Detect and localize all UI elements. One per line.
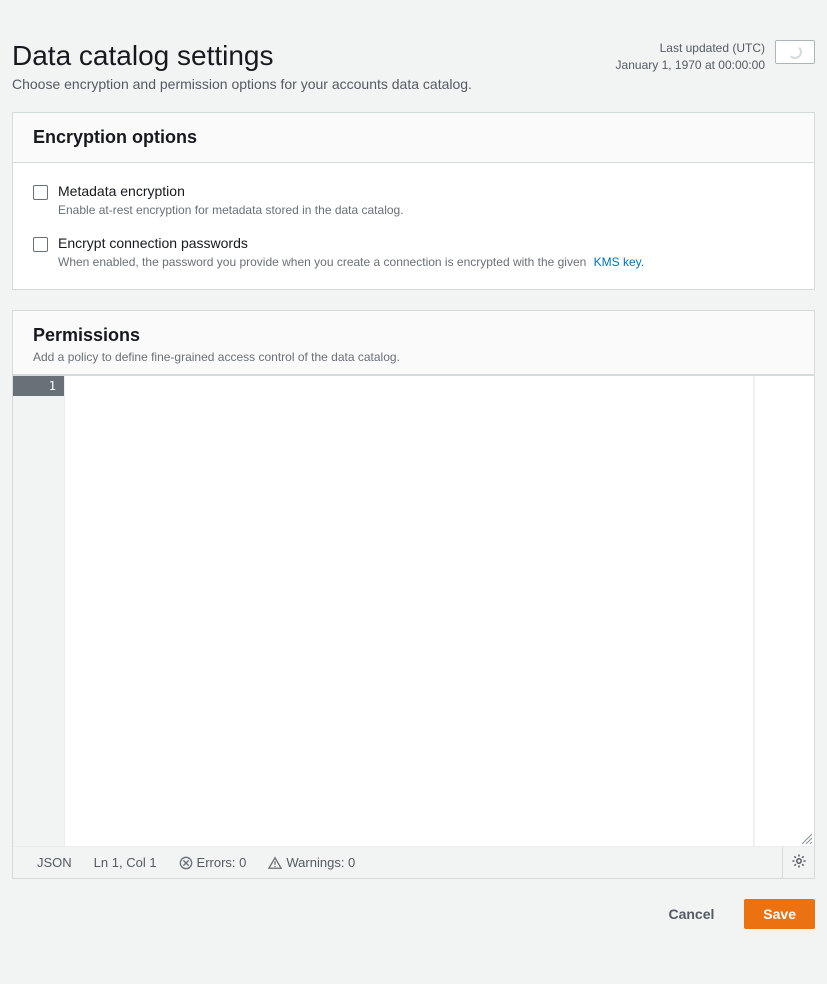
gear-icon (791, 853, 807, 872)
encrypt-passwords-row: Encrypt connection passwords When enable… (33, 231, 794, 273)
editor-gutter: 1 (13, 376, 65, 846)
page-subtitle: Choose encryption and permission options… (12, 76, 472, 92)
encryption-panel: Encryption options Metadata encryption E… (12, 112, 815, 290)
editor-warnings: Warnings: 0 (268, 855, 355, 870)
permissions-panel: Permissions Add a policy to define fine-… (12, 310, 815, 879)
metadata-encryption-checkbox[interactable] (33, 185, 48, 200)
metadata-encryption-label: Metadata encryption (58, 183, 404, 199)
metadata-encryption-row: Metadata encryption Enable at-rest encry… (33, 179, 794, 231)
last-updated-value: January 1, 1970 at 00:00:00 (616, 57, 765, 74)
footer-actions: Cancel Save (12, 899, 815, 929)
error-icon (179, 856, 193, 870)
encrypt-passwords-desc: When enabled, the password you provide w… (58, 255, 644, 269)
kms-key-link[interactable]: KMS key. (594, 255, 644, 269)
line-number: 1 (13, 376, 64, 396)
policy-editor: 1 JSON Ln 1, Col 1 (13, 375, 814, 878)
page-title: Data catalog settings (12, 40, 472, 72)
encryption-heading: Encryption options (33, 127, 794, 148)
page-header: Data catalog settings Choose encryption … (12, 12, 815, 92)
spinner-icon (788, 45, 802, 59)
last-updated-label: Last updated (UTC) (616, 40, 765, 57)
code-input[interactable] (65, 376, 754, 846)
save-button[interactable]: Save (744, 899, 815, 929)
editor-errors: Errors: 0 (179, 855, 247, 870)
refresh-button[interactable] (775, 40, 815, 64)
editor-cursor-position: Ln 1, Col 1 (94, 855, 157, 870)
metadata-encryption-desc: Enable at-rest encryption for metadata s… (58, 203, 404, 217)
editor-lang: JSON (37, 855, 72, 870)
editor-settings-button[interactable] (782, 847, 814, 879)
permissions-heading: Permissions (33, 325, 794, 346)
editor-minimap (754, 376, 814, 846)
editor-status-bar: JSON Ln 1, Col 1 Errors: 0 Warnings: 0 (13, 846, 814, 878)
encrypt-passwords-label: Encrypt connection passwords (58, 235, 644, 251)
encrypt-passwords-checkbox[interactable] (33, 237, 48, 252)
cancel-button[interactable]: Cancel (650, 899, 732, 929)
resize-handle[interactable] (800, 832, 812, 844)
warning-icon (268, 856, 282, 870)
permissions-sub: Add a policy to define fine-grained acce… (33, 350, 794, 364)
